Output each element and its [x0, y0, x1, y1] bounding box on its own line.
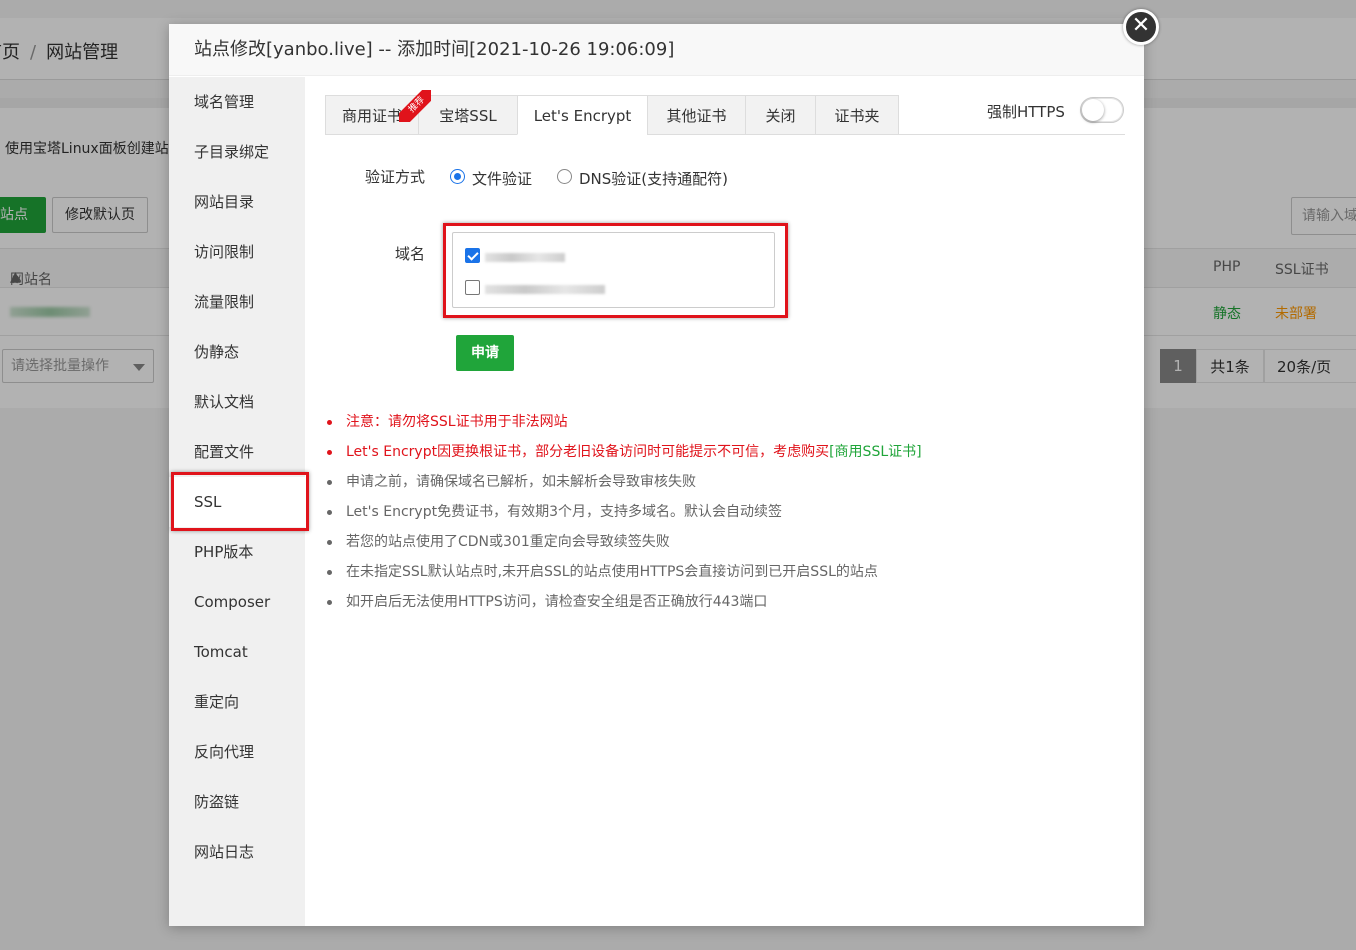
sidebar-item-domain-management[interactable]: 域名管理 — [169, 77, 305, 127]
note-text: 如开启后无法使用HTTPS访问，请检查安全组是否正确放行443端口 — [346, 594, 768, 610]
tab-cert-folder[interactable]: 证书夹 — [815, 95, 899, 135]
note-text: 在未指定SSL默认站点时,未开启SSL的站点使用HTTPS会直接访问到已开启SS… — [346, 564, 878, 580]
sidebar-item-redirect[interactable]: 重定向 — [169, 677, 305, 727]
domain-label: 域名 — [395, 245, 426, 263]
modal-title: 站点修改[yanbo.live] -- 添加时间[2021-10-26 19:0… — [169, 24, 1144, 76]
radio-dns-verify-label[interactable]: DNS验证(支持通配符) — [579, 168, 728, 189]
note-item: 在未指定SSL默认站点时,未开启SSL的站点使用HTTPS会直接访问到已开启SS… — [325, 557, 1125, 587]
note-text: Let's Encrypt免费证书，有效期3个月，支持多域名。默认会自动续签 — [346, 504, 782, 520]
note-item: 若您的站点使用了CDN或301重定向会导致续签失败 — [325, 527, 1125, 557]
force-https-label: 强制HTTPS — [987, 103, 1065, 121]
radio-file-verify-label[interactable]: 文件验证 — [472, 168, 532, 189]
ssl-notes: 注意：请勿将SSL证书用于非法网站 Let's Encrypt因更换根证书，部分… — [325, 407, 1125, 617]
note-item: Let's Encrypt免费证书，有效期3个月，支持多域名。默认会自动续签 — [325, 497, 1125, 527]
note-text: 注意：请勿将SSL证书用于非法网站 — [346, 414, 568, 430]
tab-lets-encrypt[interactable]: Let's Encrypt — [517, 95, 647, 135]
note-text: Let's Encrypt因更换根证书，部分老旧设备访问时可能提示不可信，考虑购… — [346, 444, 830, 460]
note-text: 若您的站点使用了CDN或301重定向会导致续签失败 — [346, 534, 670, 550]
domain-highlight-box — [443, 223, 788, 318]
recommend-ribbon-text: 推荐 — [399, 90, 431, 122]
tab-other-cert[interactable]: 其他证书 — [647, 95, 745, 135]
sidebar-item-rewrite[interactable]: 伪静态 — [169, 327, 305, 377]
sidebar-item-traffic-limit[interactable]: 流量限制 — [169, 277, 305, 327]
sidebar-item-php-version[interactable]: PHP版本 — [169, 527, 305, 577]
note-item: Let's Encrypt因更换根证书，部分老旧设备访问时可能提示不可信，考虑购… — [325, 437, 1125, 467]
note-item: 注意：请勿将SSL证书用于非法网站 — [325, 407, 1125, 437]
tab-baota-ssl[interactable]: 宝塔SSL — [418, 95, 517, 135]
sidebar-item-site-logs[interactable]: 网站日志 — [169, 827, 305, 877]
close-icon[interactable]: ✕ — [1123, 9, 1159, 45]
sidebar-item-site-directory[interactable]: 网站目录 — [169, 177, 305, 227]
recommend-ribbon: 推荐 — [399, 90, 431, 122]
force-https-toggle[interactable] — [1080, 97, 1124, 123]
site-settings-modal: 站点修改[yanbo.live] -- 添加时间[2021-10-26 19:0… — [169, 24, 1144, 926]
sidebar-item-reverse-proxy[interactable]: 反向代理 — [169, 727, 305, 777]
note-item: 申请之前，请确保域名已解析，如未解析会导致审核失败 — [325, 467, 1125, 497]
verify-method-label: 验证方式 — [365, 168, 426, 186]
radio-dns-verify[interactable] — [557, 169, 572, 184]
sidebar-item-config-file[interactable]: 配置文件 — [169, 427, 305, 477]
sidebar-item-default-document[interactable]: 默认文档 — [169, 377, 305, 427]
ssl-highlight-box — [171, 472, 309, 531]
apply-button[interactable]: 申请 — [456, 335, 514, 371]
tab-close[interactable]: 关闭 — [745, 95, 815, 135]
toggle-knob — [1082, 99, 1104, 121]
sidebar-item-composer[interactable]: Composer — [169, 577, 305, 627]
buy-commercial-ssl-link[interactable]: [商用SSL证书] — [829, 444, 922, 460]
note-text: 申请之前，请确保域名已解析，如未解析会导致审核失败 — [346, 474, 696, 490]
sidebar-item-hotlink-protection[interactable]: 防盗链 — [169, 777, 305, 827]
sidebar-item-access-restriction[interactable]: 访问限制 — [169, 227, 305, 277]
sidebar-item-tomcat[interactable]: Tomcat — [169, 627, 305, 677]
note-item: 如开启后无法使用HTTPS访问，请检查安全组是否正确放行443端口 — [325, 587, 1125, 617]
sidebar-item-subdirectory-binding[interactable]: 子目录绑定 — [169, 127, 305, 177]
radio-file-verify[interactable] — [450, 169, 465, 184]
